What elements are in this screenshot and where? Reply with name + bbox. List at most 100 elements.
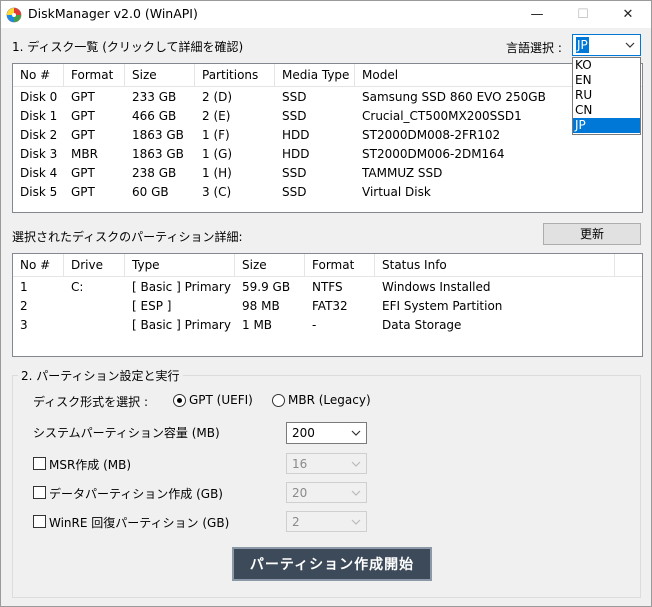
cell-format: GPT xyxy=(71,90,95,104)
col-size[interactable]: Size xyxy=(235,254,305,276)
system-size-select[interactable]: 200 xyxy=(286,422,367,444)
cell-format: FAT32 xyxy=(312,299,348,313)
winre-label[interactable]: WinRE 回復パーティション (GB) xyxy=(49,514,229,531)
gpt-radio-label[interactable]: GPT (UEFI) xyxy=(189,393,253,407)
system-size-value: 200 xyxy=(292,426,315,440)
cell-size: 60 GB xyxy=(132,185,169,199)
disk-format-label: ディスク形式を選択 : xyxy=(33,395,149,409)
table-row[interactable]: 1 C: [ Basic ] Primary 59.9 GB NTFS Wind… xyxy=(13,278,642,297)
chevron-down-icon[interactable] xyxy=(351,428,361,438)
cell-format: GPT xyxy=(71,185,95,199)
cell-model: TAMMUZ SSD xyxy=(362,166,443,180)
radio-selected-dot xyxy=(177,398,182,403)
cell-media-type: HDD xyxy=(282,128,310,142)
cell-type: [ Basic ] Primary xyxy=(132,318,231,332)
close-button[interactable]: ✕ xyxy=(605,1,651,28)
chevron-down-icon xyxy=(351,461,361,467)
cell-format: - xyxy=(312,318,317,332)
cell-drive: C: xyxy=(71,280,84,294)
cell-status-info: Windows Installed xyxy=(382,280,491,294)
refresh-button[interactable]: 更新 xyxy=(543,223,641,245)
minimize-button[interactable]: — xyxy=(514,1,560,28)
cell-media-type: SSD xyxy=(282,185,307,199)
table-row[interactable]: Disk 3 MBR 1863 GB 1 (G) HDD ST2000DM006… xyxy=(13,145,642,164)
table-row[interactable]: 2 [ ESP ] 98 MB FAT32 EFI System Partiti… xyxy=(13,297,642,316)
cell-model: Virtual Disk xyxy=(362,185,431,199)
cell-model: Crucial_CT500MX200SSD1 xyxy=(362,109,522,123)
winre-size-value: 2 xyxy=(292,515,300,529)
cell-format: MBR xyxy=(71,147,98,161)
language-option-en[interactable]: EN xyxy=(573,73,640,88)
cell-size: 1863 GB xyxy=(132,147,184,161)
mbr-radio[interactable] xyxy=(272,394,285,407)
disk-table[interactable]: No # Format Size Partitions Media Type M… xyxy=(12,63,643,213)
col-drive[interactable]: Drive xyxy=(64,254,125,276)
col-media-type[interactable]: Media Type xyxy=(275,64,355,86)
data-size-value: 20 xyxy=(292,486,308,500)
mbr-radio-label[interactable]: MBR (Legacy) xyxy=(288,393,371,407)
table-row[interactable]: Disk 4 GPT 238 GB 1 (H) SSD TAMMUZ SSD xyxy=(13,164,642,183)
system-size-label: システムパーティション容量 (MB) xyxy=(33,426,220,440)
partition-table[interactable]: No # Drive Type Size Format Status Info … xyxy=(12,253,643,357)
cell-model: Samsung SSD 860 EVO 250GB xyxy=(362,90,546,104)
table-row[interactable]: Disk 1 GPT 466 GB 2 (E) SSD Crucial_CT50… xyxy=(13,107,642,126)
maximize-button: ☐ xyxy=(577,7,589,22)
cell-type: [ Basic ] Primary xyxy=(132,280,231,294)
language-dropdown-list[interactable]: KO EN RU CN JP xyxy=(572,57,641,135)
cell-drive xyxy=(64,297,125,316)
cell-no: 1 xyxy=(20,280,28,294)
cell-size: 59.9 GB xyxy=(242,280,291,294)
table-row[interactable]: Disk 2 GPT 1863 GB 1 (F) HDD ST2000DM008… xyxy=(13,126,642,145)
gpt-radio[interactable] xyxy=(173,394,186,407)
cell-no: Disk 2 xyxy=(20,128,58,142)
cell-size: 1 MB xyxy=(242,318,273,332)
data-partition-checkbox[interactable] xyxy=(33,486,46,499)
col-format[interactable]: Format xyxy=(305,254,375,276)
cell-partitions: 2 (E) xyxy=(202,109,231,123)
cell-no: 2 xyxy=(20,299,28,313)
language-option-ru[interactable]: RU xyxy=(573,88,640,103)
create-partition-button[interactable]: パーティション作成開始 xyxy=(232,547,432,581)
col-type[interactable]: Type xyxy=(125,254,235,276)
language-select[interactable]: JP xyxy=(572,34,641,56)
cell-size: 466 GB xyxy=(132,109,177,123)
cell-no: Disk 3 xyxy=(20,147,58,161)
language-option-cn[interactable]: CN xyxy=(573,103,640,118)
language-option-jp[interactable]: JP xyxy=(573,118,640,133)
cell-media-type: SSD xyxy=(282,166,307,180)
language-option-ko[interactable]: KO xyxy=(573,58,640,73)
data-partition-label[interactable]: データパーティション作成 (GB) xyxy=(49,485,223,502)
col-partitions[interactable]: Partitions xyxy=(195,64,275,86)
chevron-down-icon[interactable] xyxy=(625,40,635,50)
col-status-info[interactable]: Status Info xyxy=(375,254,615,276)
cell-status-info: EFI System Partition xyxy=(382,299,503,313)
chevron-down-icon xyxy=(351,490,361,496)
msr-label[interactable]: MSR作成 (MB) xyxy=(49,456,131,473)
main-window: DiskManager v2.0 (WinAPI) — ☐ ✕ 1. ディスク一… xyxy=(0,0,652,607)
cell-partitions: 2 (D) xyxy=(202,90,233,104)
cell-media-type: SSD xyxy=(282,109,307,123)
col-no[interactable]: No # xyxy=(13,254,64,276)
cell-media-type: HDD xyxy=(282,147,310,161)
table-row[interactable]: Disk 5 GPT 60 GB 3 (C) SSD Virtual Disk xyxy=(13,183,642,202)
cell-media-type: SSD xyxy=(282,90,307,104)
winre-checkbox[interactable] xyxy=(33,515,46,528)
window-title: DiskManager v2.0 (WinAPI) xyxy=(28,6,198,21)
data-size-select: 20 xyxy=(286,482,367,503)
language-label: 言語選択 : xyxy=(506,41,562,55)
col-format[interactable]: Format xyxy=(64,64,125,86)
cell-size: 1863 GB xyxy=(132,128,184,142)
winre-size-select: 2 xyxy=(286,511,367,532)
settings-group-label: 2. パーティション設定と実行 xyxy=(18,367,183,384)
msr-checkbox[interactable] xyxy=(33,457,46,470)
cell-format: GPT xyxy=(71,109,95,123)
msr-size-select: 16 xyxy=(286,453,367,474)
table-row[interactable]: 3 [ Basic ] Primary 1 MB - Data Storage xyxy=(13,316,642,335)
language-selected-value: JP xyxy=(576,37,589,53)
cell-format: GPT xyxy=(71,128,95,142)
col-no[interactable]: No # xyxy=(13,64,64,86)
cell-type: [ ESP ] xyxy=(132,299,172,313)
table-row[interactable]: Disk 0 GPT 233 GB 2 (D) SSD Samsung SSD … xyxy=(13,88,642,107)
col-size[interactable]: Size xyxy=(125,64,195,86)
cell-partitions: 1 (H) xyxy=(202,166,232,180)
